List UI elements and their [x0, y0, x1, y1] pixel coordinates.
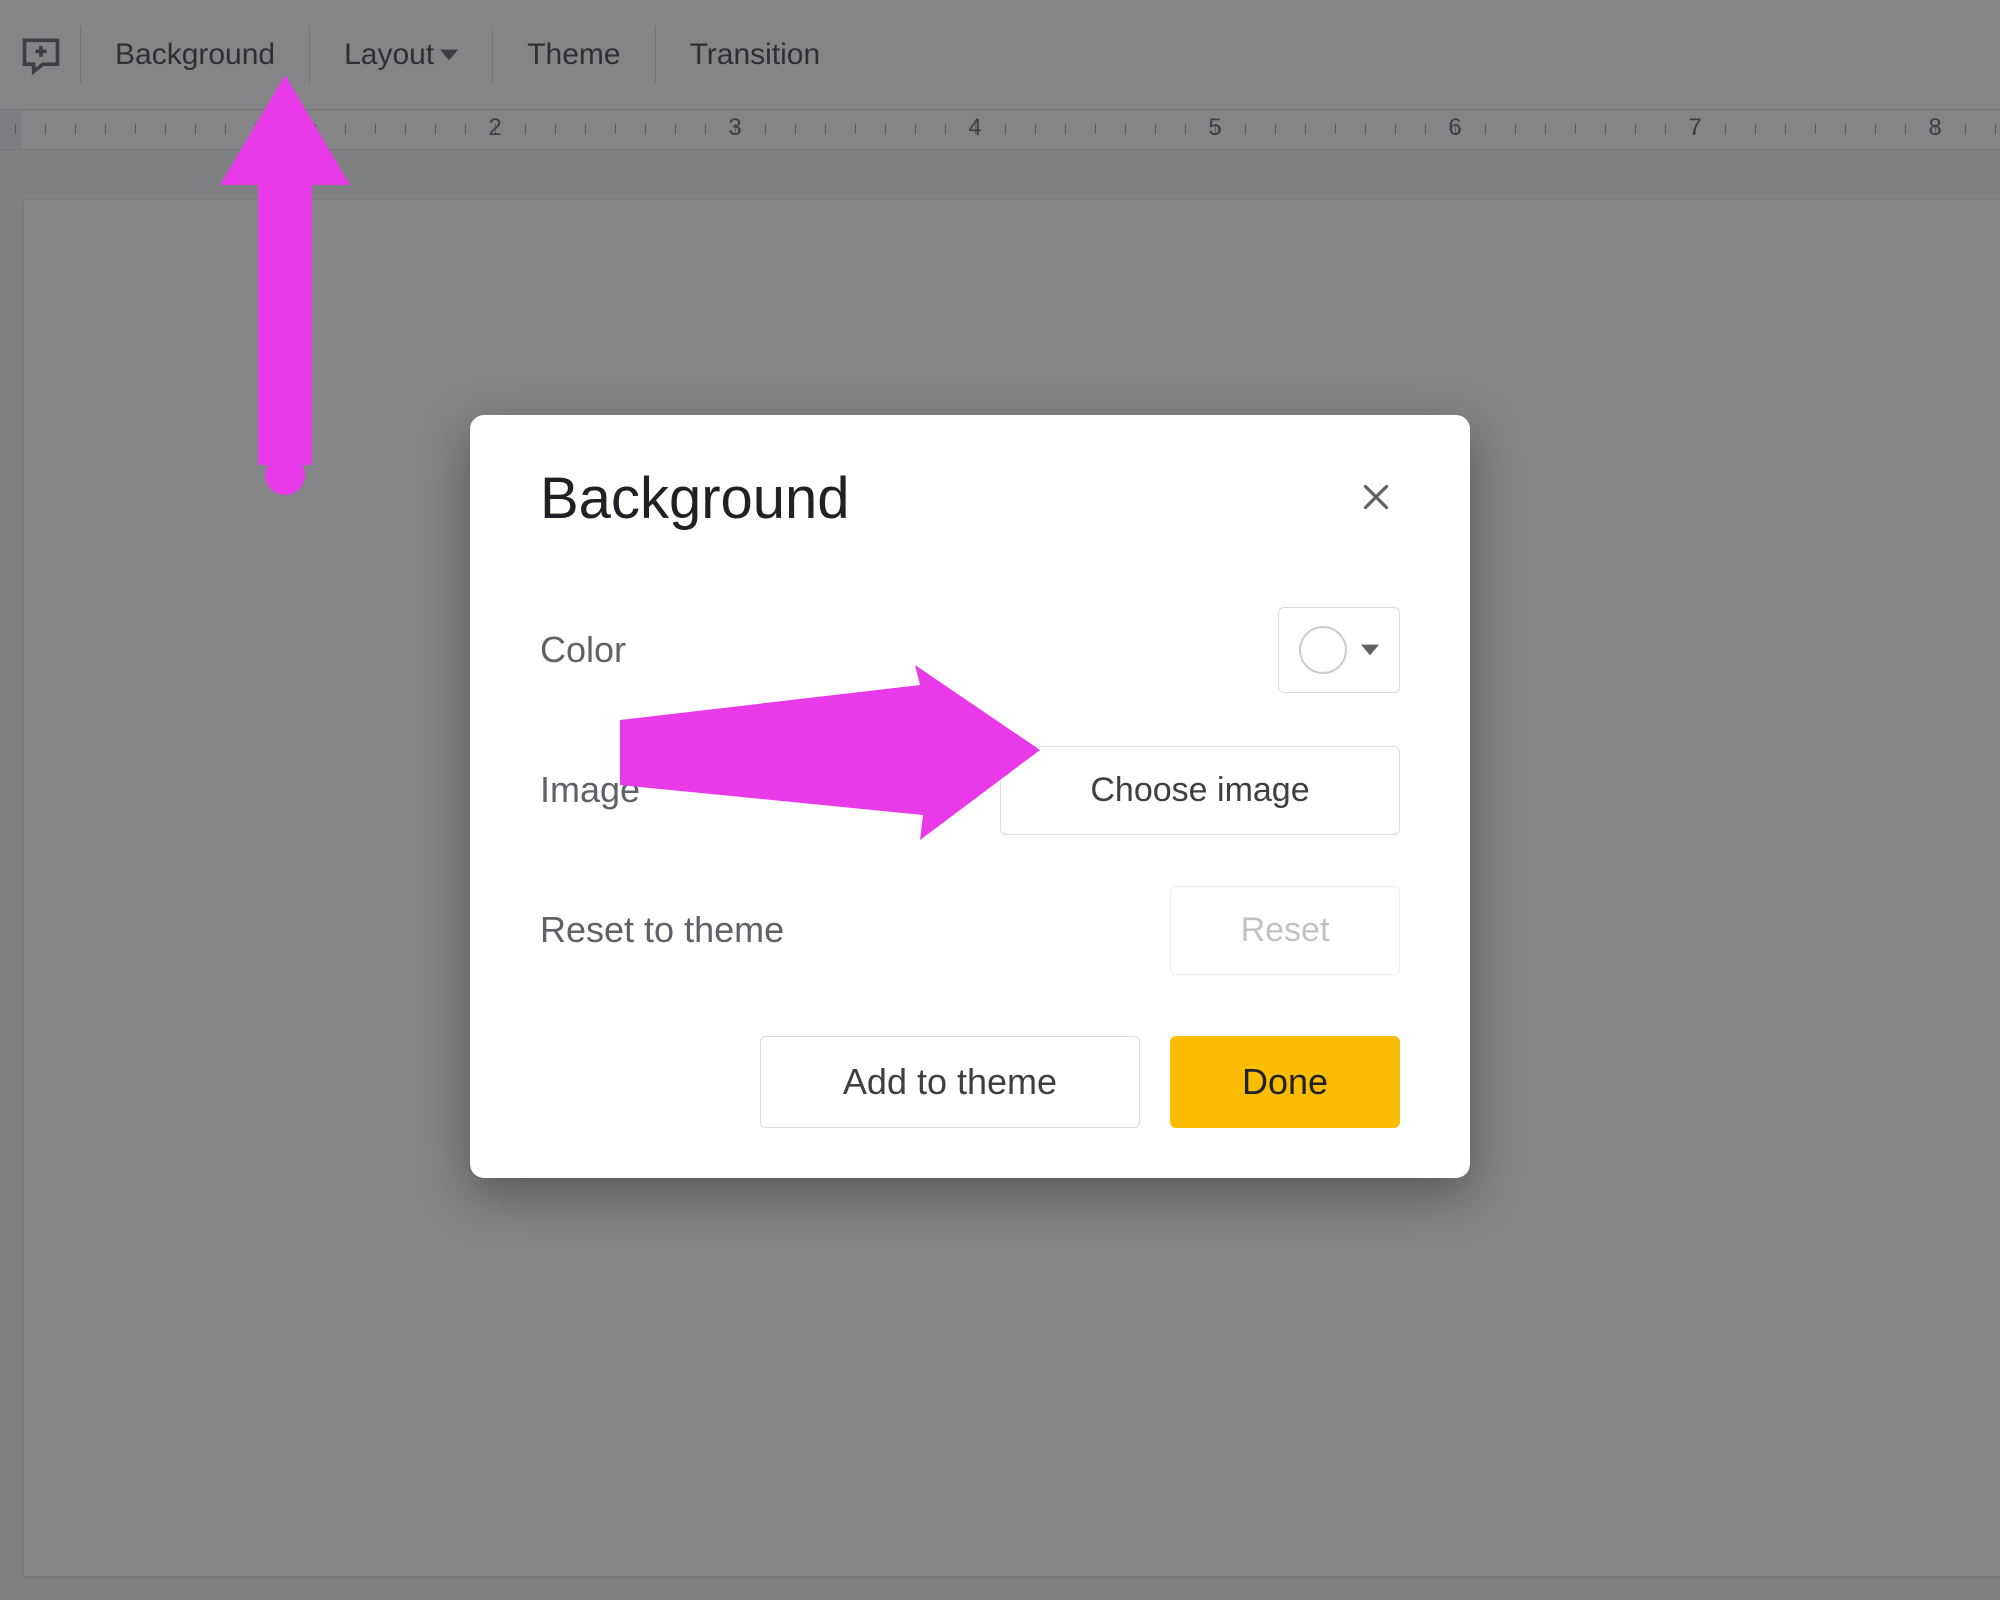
color-swatch: [1299, 626, 1347, 674]
choose-image-button[interactable]: Choose image: [1000, 746, 1400, 835]
done-label: Done: [1242, 1061, 1328, 1102]
reset-button[interactable]: Reset: [1170, 886, 1400, 975]
choose-image-label: Choose image: [1090, 771, 1309, 809]
add-to-theme-label: Add to theme: [843, 1061, 1057, 1102]
color-picker-button[interactable]: [1278, 607, 1400, 693]
add-to-theme-button[interactable]: Add to theme: [760, 1036, 1140, 1128]
dialog-close-button[interactable]: [1352, 473, 1400, 524]
reset-to-theme-label: Reset to theme: [540, 909, 784, 951]
image-row-label: Image: [540, 769, 640, 811]
color-row-label: Color: [540, 629, 626, 671]
background-dialog: Background Color Image Choose image Rese…: [470, 415, 1470, 1178]
done-button[interactable]: Done: [1170, 1036, 1400, 1128]
close-icon: [1358, 479, 1394, 515]
caret-down-icon: [1361, 641, 1379, 659]
dialog-title: Background: [540, 465, 850, 532]
reset-button-label: Reset: [1241, 911, 1330, 949]
